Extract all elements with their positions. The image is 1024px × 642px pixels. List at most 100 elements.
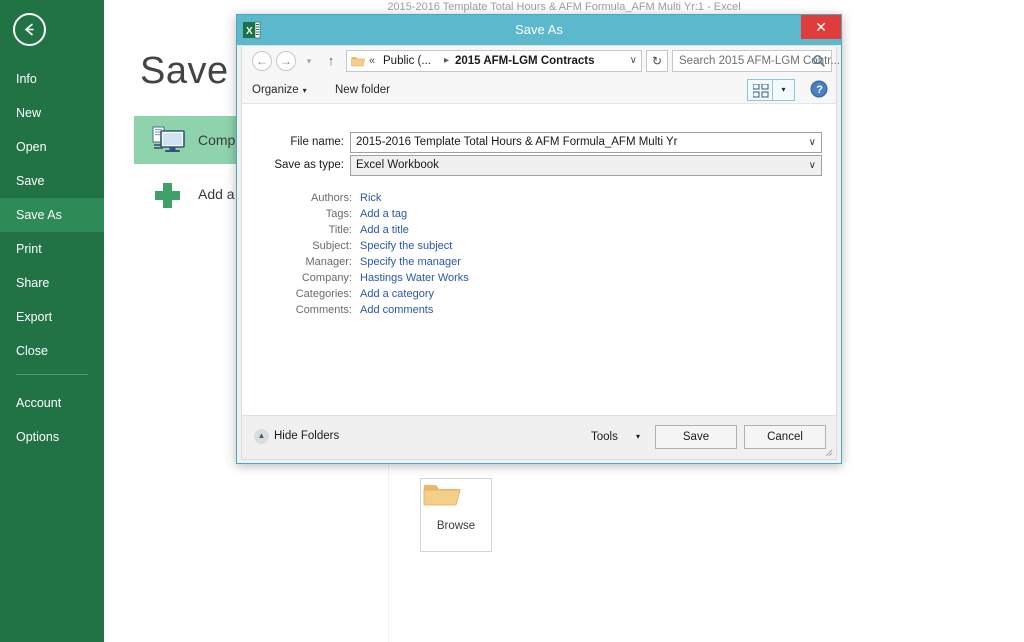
- nav-recent-locations-icon[interactable]: ▾: [302, 52, 316, 70]
- folder-glyph: [351, 55, 365, 68]
- help-icon[interactable]: ?: [810, 80, 828, 98]
- folder-icon: [351, 55, 365, 68]
- new-folder-button[interactable]: New folder: [335, 80, 390, 100]
- property-label-comments: Comments:: [242, 302, 352, 318]
- nav-up-icon[interactable]: ↑: [322, 51, 340, 71]
- nav-divider: [16, 374, 88, 375]
- file-name-combo[interactable]: 2015-2016 Template Total Hours & AFM For…: [350, 132, 822, 153]
- file-list-area[interactable]: [242, 104, 836, 132]
- save-as-type-combo-label: Save as type:: [242, 155, 344, 176]
- save-as-type-combo-value: Excel Workbook: [356, 156, 439, 175]
- organize-button[interactable]: Organize ▾: [252, 80, 307, 100]
- dialog-commandbar: Organize ▾ New folder ▾ ?: [242, 76, 836, 104]
- property-row-tags: Tags: Add a tag: [242, 206, 836, 222]
- sidebar-item-print[interactable]: Print: [0, 232, 104, 266]
- document-properties: Authors: Rick Tags: Add a tag Title: Add a ti…: [242, 190, 836, 318]
- sidebar-item-info[interactable]: Info: [0, 62, 104, 96]
- hide-folders-label: Hide Folders: [274, 428, 339, 445]
- breadcrumb-segment-public[interactable]: Public (...: [383, 51, 431, 71]
- search-icon: [812, 54, 826, 68]
- sidebar-item-open[interactable]: Open: [0, 130, 104, 164]
- help-glyph: ?: [810, 80, 828, 98]
- breadcrumb-separator-icon[interactable]: ▸: [444, 51, 449, 71]
- svg-text:?: ?: [816, 84, 823, 96]
- chevron-down-icon[interactable]: ∨: [809, 156, 816, 175]
- file-name-combo-row: File name: 2015-2016 Template Total Hours…: [242, 132, 836, 155]
- search-input[interactable]: Search 2015 AFM-LGM Contr...: [672, 50, 832, 72]
- view-mode-dropdown-icon[interactable]: ▾: [773, 79, 795, 101]
- organize-label: Organize: [252, 84, 299, 96]
- sidebar-item-close[interactable]: Close: [0, 334, 104, 368]
- search-glyph: [812, 54, 826, 68]
- computer-glyph: [152, 124, 186, 156]
- property-value-manager[interactable]: Specify the manager: [360, 254, 461, 270]
- property-value-title[interactable]: Add a title: [360, 222, 409, 238]
- dialog-body: ← → ▾ ↑ « Public (... ▸ 2015 AFM-LGM Con…: [241, 45, 837, 460]
- excel-window-title: 2015-2016 Template Total Hours & AFM For…: [104, 0, 1024, 14]
- property-label-authors: Authors:: [242, 190, 352, 206]
- save-as-type-combo-row: Save as type: Excel Workbook ∨: [242, 155, 836, 178]
- chevron-down-icon[interactable]: ∨: [809, 133, 816, 152]
- dialog-titlebar[interactable]: X Save As ✕: [237, 15, 841, 45]
- breadcrumb-segment-current[interactable]: 2015 AFM-LGM Contracts: [455, 51, 595, 71]
- file-name-combo-value: 2015-2016 Template Total Hours & AFM For…: [356, 133, 678, 152]
- property-row-categories: Categories: Add a category: [242, 286, 836, 302]
- property-value-authors[interactable]: Rick: [360, 190, 381, 206]
- backstage-sidebar: InfoNewOpenSaveSave AsPrintShareExportCl…: [0, 0, 104, 642]
- sidebar-item-save-as[interactable]: Save As: [0, 198, 104, 232]
- sidebar-item-share[interactable]: Share: [0, 266, 104, 300]
- back-arrow-glyph: [20, 20, 39, 39]
- sidebar-item-export[interactable]: Export: [0, 300, 104, 334]
- property-row-authors: Authors: Rick: [242, 190, 836, 206]
- sidebar-item-new[interactable]: New: [0, 96, 104, 130]
- save-as-dialog: X Save As ✕ ← → ▾ ↑: [236, 14, 842, 464]
- nav-forward-icon[interactable]: →: [276, 51, 296, 71]
- sidebar-item-options[interactable]: Options: [0, 420, 104, 454]
- property-row-manager: Manager: Specify the manager: [242, 254, 836, 270]
- chevron-down-icon[interactable]: ▾: [636, 427, 640, 447]
- property-value-comments[interactable]: Add comments: [360, 302, 433, 318]
- property-value-tags[interactable]: Add a tag: [360, 206, 407, 222]
- back-arrow-icon[interactable]: [13, 13, 46, 46]
- cancel-button[interactable]: Cancel: [744, 425, 826, 449]
- nav-back-icon[interactable]: ←: [252, 51, 272, 71]
- save-as-type-combo[interactable]: Excel Workbook ∨: [350, 155, 822, 176]
- resize-grip-icon[interactable]: [823, 447, 833, 457]
- property-row-title: Title: Add a title: [242, 222, 836, 238]
- folder-glyph: [421, 479, 463, 511]
- property-value-company[interactable]: Hastings Water Works: [360, 270, 469, 286]
- property-value-subject[interactable]: Specify the subject: [360, 238, 452, 254]
- chevron-down-icon[interactable]: ∨: [630, 51, 637, 71]
- property-label-manager: Manager:: [242, 254, 352, 270]
- property-label-categories: Categories:: [242, 286, 352, 302]
- breadcrumb-overflow-icon[interactable]: «: [369, 51, 375, 71]
- chevron-up-icon: ▲: [254, 429, 269, 444]
- address-bar[interactable]: « Public (... ▸ 2015 AFM-LGM Contracts ∨: [346, 50, 642, 72]
- property-value-categories[interactable]: Add a category: [360, 286, 434, 302]
- dialog-footer: ▲ Hide Folders Tools ▾ Save Cancel: [242, 415, 836, 459]
- sidebar-item-account[interactable]: Account: [0, 386, 104, 420]
- plus-glyph: [152, 178, 186, 210]
- property-label-subject: Subject:: [242, 238, 352, 254]
- sidebar-item-save[interactable]: Save: [0, 164, 104, 198]
- computer-icon: [152, 124, 186, 156]
- dialog-navbar: ← → ▾ ↑ « Public (... ▸ 2015 AFM-LGM Con…: [242, 46, 836, 76]
- property-row-comments: Comments: Add comments: [242, 302, 836, 318]
- save-button[interactable]: Save: [655, 425, 737, 449]
- close-icon[interactable]: ✕: [801, 15, 841, 39]
- folder-icon: [421, 498, 463, 515]
- view-tiles-icon[interactable]: [747, 79, 773, 101]
- property-label-company: Company:: [242, 270, 352, 286]
- property-row-subject: Subject: Specify the subject: [242, 238, 836, 254]
- property-row-company: Company: Hastings Water Works: [242, 270, 836, 286]
- browse-label: Browse: [421, 520, 491, 532]
- chevron-down-icon: ▾: [303, 86, 307, 95]
- dialog-title: Save As: [237, 15, 841, 45]
- property-label-title: Title:: [242, 222, 352, 238]
- dialog-form: File name: 2015-2016 Template Total Hours…: [242, 132, 836, 178]
- file-name-combo-label: File name:: [242, 132, 344, 153]
- browse-button[interactable]: Browse: [420, 478, 492, 552]
- property-label-tags: Tags:: [242, 206, 352, 222]
- tools-button[interactable]: Tools: [591, 427, 618, 447]
- refresh-icon[interactable]: ↻: [646, 50, 668, 72]
